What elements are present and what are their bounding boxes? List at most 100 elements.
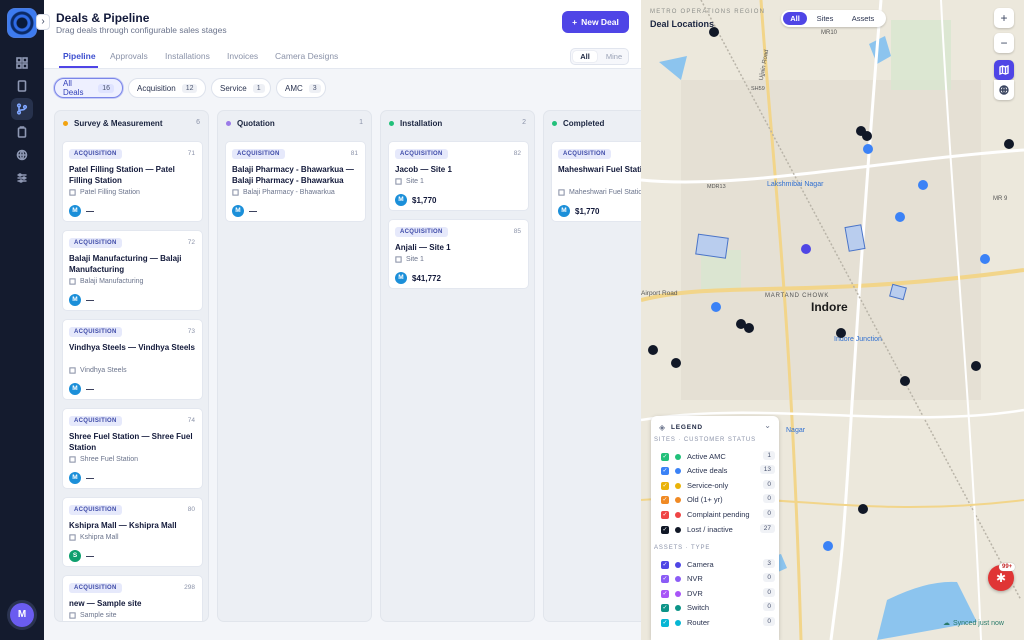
cloud-icon: ☁ <box>943 620 950 627</box>
checkbox[interactable]: ✓ <box>661 525 669 534</box>
layer-sites-button[interactable]: Sites <box>810 12 840 25</box>
legend-row[interactable]: ✓ DVR 0 <box>661 587 775 600</box>
checkbox[interactable]: ✓ <box>661 510 669 519</box>
map-marker[interactable] <box>744 323 754 333</box>
map-marker[interactable] <box>862 131 872 141</box>
new-deal-button[interactable]: + New Deal <box>562 11 629 33</box>
legend-row[interactable]: ✓ Complaint pending 0 <box>661 508 775 521</box>
map-marker[interactable] <box>836 328 846 338</box>
scope-all-button[interactable]: All <box>573 51 597 62</box>
sliders-icon[interactable] <box>11 167 33 189</box>
building-icon <box>69 189 76 196</box>
tab-camera-designs[interactable]: Camera Designs <box>275 51 338 61</box>
deal-card[interactable]: ACQUISITION 81 Balaji Pharmacy - Bhawark… <box>225 141 366 222</box>
zoom-out-button[interactable]: − <box>994 33 1014 53</box>
deal-card[interactable]: ACQUISITION Maheshwari Fuel Station — Ma… <box>551 141 653 222</box>
stage-column-installation: Installation 2 ACQUISITION 82 Jacob — Si… <box>380 110 535 622</box>
checkbox[interactable]: ✓ <box>661 560 669 569</box>
map-marker[interactable] <box>971 361 981 371</box>
checkbox[interactable]: ✓ <box>661 466 669 475</box>
map-marker[interactable] <box>823 541 833 551</box>
filter-acquisition[interactable]: Acquisition 12 <box>128 78 206 98</box>
legend-row[interactable]: ✓ Lost / inactive 27 <box>661 523 775 536</box>
scope-toggle: All Mine <box>570 48 629 65</box>
stage-column-survey: Survey & Measurement 6 ACQUISITION 71 Pa… <box>54 110 209 622</box>
legend-row[interactable]: ✓ Service-only 0 <box>661 479 775 492</box>
deal-card[interactable]: ACQUISITION 82 Jacob — Site 1 Site 1 M $1… <box>388 141 529 211</box>
map-marker[interactable] <box>863 144 873 154</box>
clipboard-icon[interactable] <box>11 121 33 143</box>
deal-type-badge: ACQUISITION <box>232 149 285 159</box>
legend-row[interactable]: ✓ Switch 0 <box>661 601 775 614</box>
legend-row[interactable]: ✓ Active deals 13 <box>661 464 775 477</box>
deal-card[interactable]: ACQUISITION 72 Balaji Manufacturing — Ba… <box>62 230 203 311</box>
deal-type-badge: ACQUISITION <box>69 416 122 426</box>
legend-row[interactable]: ✓ Active AMC 1 <box>661 450 775 463</box>
legend-row[interactable]: ✓ Old (1+ yr) 0 <box>661 493 775 506</box>
legend-row[interactable]: ✓ Router 0 <box>661 616 775 629</box>
deal-card[interactable]: ACQUISITION 85 Anjali — Site 1 Site 1 M $… <box>388 219 529 289</box>
deal-card[interactable]: ACQUISITION 298 new — Sample site Sample… <box>62 575 203 621</box>
filter-amc[interactable]: AMC 3 <box>276 78 326 98</box>
deal-type-badge: ACQUISITION <box>69 149 122 159</box>
filter-all-deals[interactable]: All Deals 16 <box>54 78 123 98</box>
dashboard-icon[interactable] <box>11 52 33 74</box>
tab-invoices[interactable]: Invoices <box>227 51 258 61</box>
user-avatar[interactable]: M <box>10 603 34 627</box>
map-marker[interactable] <box>711 302 721 312</box>
legend-row[interactable]: ✓ NVR 0 <box>661 572 775 585</box>
deal-title: Vindhya Steels — Vindhya Steels <box>69 343 195 352</box>
deal-card[interactable]: ACQUISITION 74 Shree Fuel Station — Shre… <box>62 408 203 489</box>
checkbox[interactable]: ✓ <box>661 481 669 490</box>
deal-map[interactable]: Indore Lakshmibai Nagar MARTAND CHOWK In… <box>641 0 1024 640</box>
map-marker[interactable] <box>918 180 928 190</box>
tab-installations[interactable]: Installations <box>165 51 210 61</box>
deal-card[interactable]: ACQUISITION 73 Vindhya Steels — Vindhya … <box>62 319 203 400</box>
globe-icon[interactable] <box>11 144 33 166</box>
app-logo[interactable] <box>7 8 37 38</box>
filter-service[interactable]: Service 1 <box>211 78 271 98</box>
deal-card[interactable]: ACQUISITION 71 Patel Filling Station — P… <box>62 141 203 222</box>
zoom-in-button[interactable]: + <box>994 8 1014 28</box>
layer-assets-button[interactable]: Assets <box>843 12 883 25</box>
map-marker[interactable] <box>980 254 990 264</box>
layer-all-button[interactable]: All <box>783 12 807 25</box>
pipeline-panel: Deals & Pipeline Drag deals through conf… <box>44 0 653 640</box>
map-marker[interactable] <box>1004 139 1014 149</box>
deal-type-badge: ACQUISITION <box>69 327 122 337</box>
deal-card[interactable]: ACQUISITION 80 Kshipra Mall — Kshipra Ma… <box>62 497 203 567</box>
owner-avatar: M <box>232 205 244 217</box>
map-view-button[interactable] <box>994 60 1014 80</box>
chevron-down-icon[interactable]: ⌄ <box>764 421 771 430</box>
map-marker[interactable] <box>671 358 681 368</box>
stage-name: Installation <box>400 119 443 128</box>
page-header: Deals & Pipeline Drag deals through conf… <box>44 0 641 45</box>
globe-view-button[interactable] <box>994 80 1014 100</box>
map-marker[interactable] <box>895 212 905 222</box>
checkbox[interactable]: ✓ <box>661 589 669 598</box>
pipeline-icon[interactable] <box>11 98 33 120</box>
device-icon[interactable] <box>11 75 33 97</box>
deal-title: Balaji Manufacturing — Balaji Manufactur… <box>69 254 182 274</box>
tab-pipeline[interactable]: Pipeline <box>63 51 96 61</box>
checkbox[interactable]: ✓ <box>661 574 669 583</box>
legend-row[interactable]: ✓ Camera 3 <box>661 558 775 571</box>
checkbox[interactable]: ✓ <box>661 618 669 627</box>
map-marker[interactable] <box>801 244 811 254</box>
deal-number: 72 <box>187 239 195 246</box>
checkbox[interactable]: ✓ <box>661 495 669 504</box>
scope-mine-button[interactable]: Mine <box>601 51 627 62</box>
stage-name: Quotation <box>237 119 275 128</box>
map-marker[interactable] <box>648 345 658 355</box>
owner-avatar: M <box>558 205 570 217</box>
map-marker[interactable] <box>900 376 910 386</box>
checkbox[interactable]: ✓ <box>661 452 669 461</box>
chevron-right-icon[interactable]: › <box>36 14 50 30</box>
sync-status: ☁ Synced just now <box>943 619 1004 628</box>
tab-approvals[interactable]: Approvals <box>110 51 148 61</box>
building-icon <box>558 189 565 196</box>
checkbox[interactable]: ✓ <box>661 603 669 612</box>
map-marker[interactable] <box>858 504 868 514</box>
building-icon <box>395 178 402 185</box>
stage-count: 6 <box>196 119 200 126</box>
